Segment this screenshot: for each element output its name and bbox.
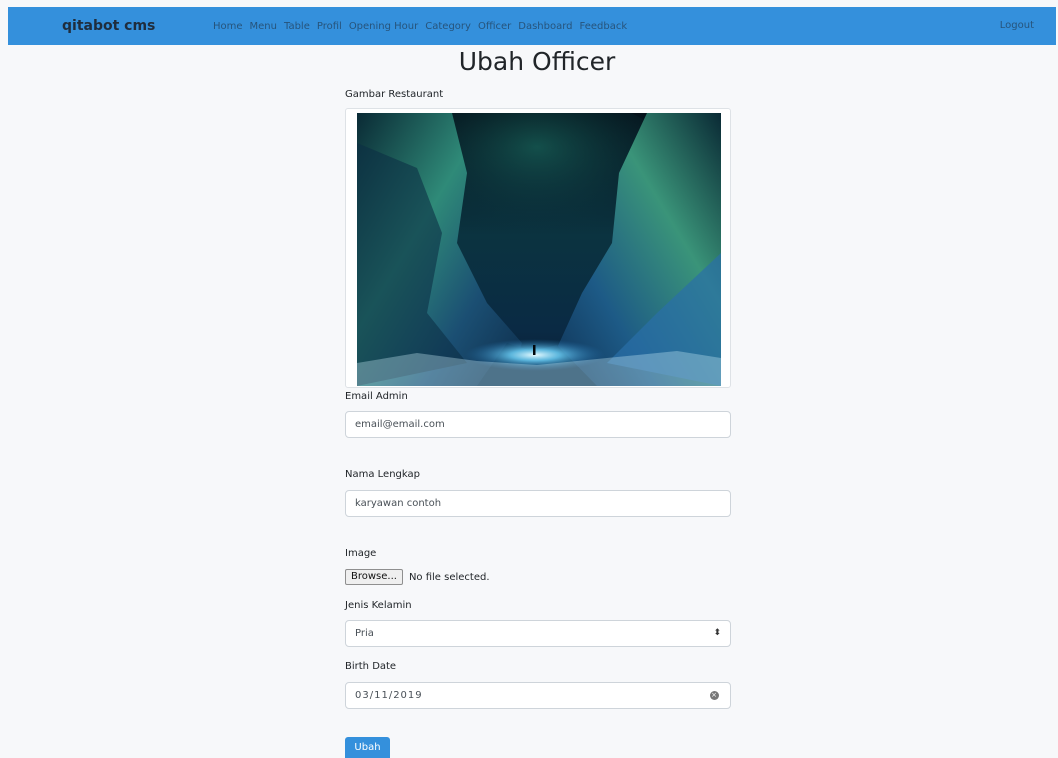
navbar: qitabot cms Home Menu Table Profil Openi… [8,7,1056,45]
select-arrow-icon: ⬍ [713,628,721,638]
email-label: Email Admin [345,391,408,402]
name-label: Nama Lengkap [345,469,420,480]
nav-menu[interactable]: Menu [250,21,277,32]
birth-date-label: Birth Date [345,661,397,672]
image-upload-label: Image [345,548,377,559]
file-status: No file selected. [408,571,490,583]
nav-opening-hour[interactable]: Opening Hour [349,21,418,32]
gender-select[interactable]: Pria ⬍ [345,620,731,647]
browse-button[interactable]: Browse... [345,569,403,585]
birth-date-field[interactable]: 03/11/2019 × [345,682,731,709]
nav-category[interactable]: Category [425,21,471,32]
restaurant-image-frame [345,108,731,388]
nav-profil[interactable]: Profil [317,21,342,32]
clear-icon[interactable]: × [710,691,719,700]
birth-date-value: 03/11/2019 [355,690,423,701]
gender-label: Jenis Kelamin [345,600,412,611]
gender-select-value: Pria [355,628,374,639]
brand-link[interactable]: qitabot cms [62,7,155,45]
file-input: Browse... No file selected. [345,569,490,585]
nav-table[interactable]: Table [284,21,310,32]
page: qitabot cms Home Menu Table Profil Openi… [0,0,1058,758]
logout-link[interactable]: Logout [1000,7,1034,45]
full-name-field[interactable]: karyawan contoh [345,490,731,517]
image-label: Gambar Restaurant [345,89,444,100]
nav-home[interactable]: Home [213,21,243,32]
nav-dashboard[interactable]: Dashboard [518,21,572,32]
restaurant-image [357,113,721,386]
email-field[interactable]: email@email.com [345,411,731,438]
submit-button[interactable]: Ubah [345,737,390,758]
nav-feedback[interactable]: Feedback [580,21,628,32]
nav-links: Home Menu Table Profil Opening Hour Cate… [213,7,634,45]
page-title: Ubah Officer [458,47,616,76]
nav-officer[interactable]: Officer [478,21,511,32]
